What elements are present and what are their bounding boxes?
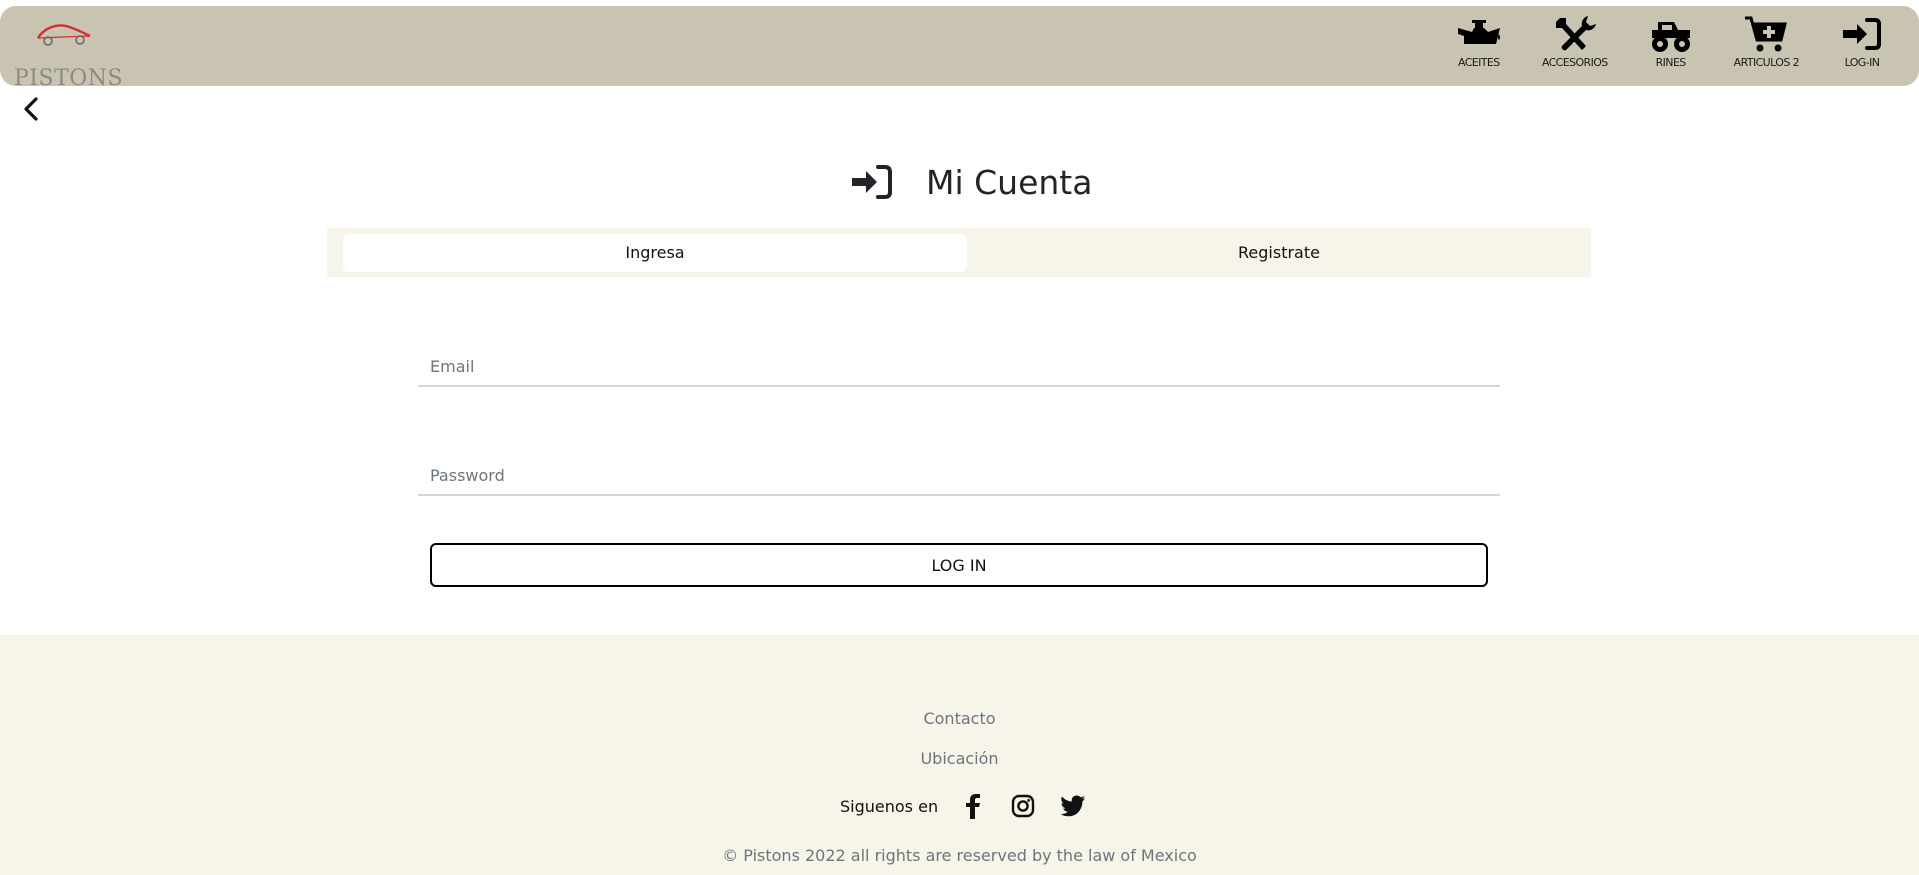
monster-truck-icon bbox=[1651, 22, 1690, 52]
social-links: Siguenos en bbox=[840, 793, 1110, 819]
nav-item-accesorios[interactable]: ACCESORIOS bbox=[1542, 14, 1608, 84]
page-title: Mi Cuenta bbox=[926, 162, 1093, 202]
nav-label: ACEITES bbox=[1458, 56, 1500, 69]
login-button[interactable]: LOG IN bbox=[430, 543, 1488, 587]
page-header: Mi Cuenta bbox=[850, 162, 1092, 202]
nav-item-rines[interactable]: RINES bbox=[1648, 14, 1694, 84]
copyright: © Pistons 2022 all rights are reserved b… bbox=[722, 846, 1197, 865]
contact-link[interactable]: Contacto bbox=[0, 709, 1919, 728]
brand-logo[interactable]: PISTONS bbox=[14, 16, 124, 91]
location-link[interactable]: Ubicación bbox=[0, 749, 1919, 768]
nav-item-aceites[interactable]: ACEITES bbox=[1456, 14, 1502, 84]
chevron-left-icon bbox=[24, 97, 38, 121]
nav-label: LOG-IN bbox=[1844, 56, 1880, 69]
twitter-icon[interactable] bbox=[1060, 793, 1086, 819]
footer: Contacto Ubicación Siguenos en © Pistons… bbox=[0, 635, 1919, 875]
tab-ingresa[interactable]: Ingresa bbox=[343, 233, 967, 272]
top-navbar: PISTONS ACEITES ACCESORIOS RINES ARTICUL… bbox=[0, 6, 1919, 91]
nav-label: ACCESORIOS bbox=[1541, 56, 1608, 69]
nav-label: RINES bbox=[1655, 56, 1687, 69]
facebook-icon[interactable] bbox=[960, 793, 986, 819]
sign-in-icon bbox=[852, 165, 892, 199]
main-nav: ACEITES ACCESORIOS RINES ARTICULOS 2 LOG… bbox=[1416, 14, 1885, 84]
tab-registrate[interactable]: Registrate bbox=[967, 234, 1591, 272]
car-logo-icon bbox=[36, 24, 91, 46]
follow-label: Siguenos en bbox=[840, 796, 939, 816]
tools-icon bbox=[1555, 16, 1596, 51]
cart-plus-icon bbox=[1745, 16, 1788, 52]
page: PISTONS ACEITES ACCESORIOS RINES ARTICUL… bbox=[0, 0, 1919, 875]
password-field[interactable] bbox=[418, 456, 1500, 496]
back-button[interactable] bbox=[20, 96, 44, 122]
instagram-icon[interactable] bbox=[1010, 793, 1036, 819]
nav-label: ARTICULOS 2 bbox=[1733, 56, 1800, 69]
email-field[interactable] bbox=[418, 347, 1500, 387]
brand-name: PISTONS bbox=[14, 66, 124, 91]
nav-item-login[interactable]: LOG-IN bbox=[1839, 14, 1885, 84]
oil-can-icon bbox=[1457, 20, 1500, 44]
sign-in-icon bbox=[1843, 18, 1881, 50]
nav-item-articulos[interactable]: ARTICULOS 2 bbox=[1733, 14, 1800, 84]
auth-tabs: Ingresa Registrate bbox=[327, 228, 1591, 277]
